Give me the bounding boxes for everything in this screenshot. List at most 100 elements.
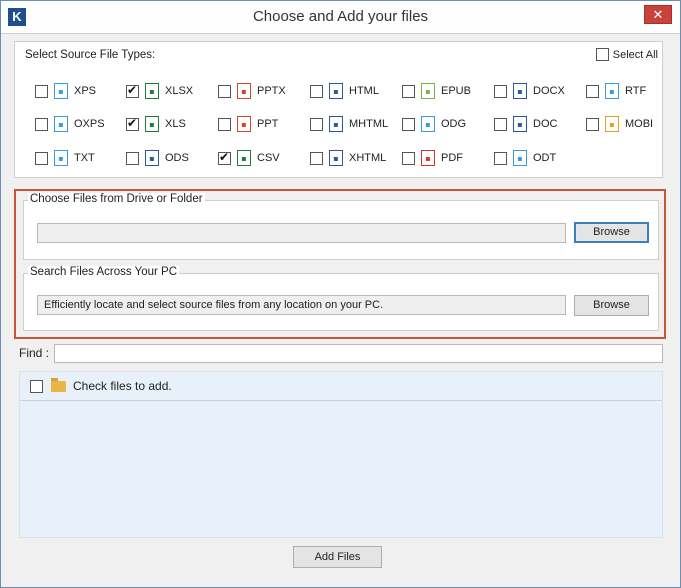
close-button[interactable]: ✕	[644, 5, 672, 24]
check-all-files-checkbox[interactable]	[30, 379, 43, 393]
file-type-rtf[interactable]: ▪ RTF	[586, 82, 646, 100]
file-type-label: HTML	[349, 85, 379, 97]
file-type-html-checkbox[interactable]	[310, 84, 323, 98]
docx-icon: ▪	[513, 83, 527, 99]
epub-icon: ▪	[421, 83, 435, 99]
ppt-icon: ▪	[237, 116, 251, 132]
file-list-header: Check files to add.	[20, 372, 662, 401]
file-type-pdf-checkbox[interactable]	[402, 151, 415, 165]
folder-icon	[51, 377, 66, 392]
file-type-label: TXT	[74, 152, 95, 164]
file-type-csv[interactable]: ▪ CSV	[218, 149, 280, 167]
file-type-label: PPT	[257, 118, 279, 130]
pptx-icon: ▪	[237, 83, 251, 99]
drive-path-field[interactable]	[37, 223, 566, 243]
file-type-rtf-checkbox[interactable]	[586, 84, 599, 98]
file-type-label: ODT	[533, 152, 557, 164]
file-type-xhtml-checkbox[interactable]	[310, 151, 323, 165]
file-type-label: PPTX	[257, 85, 286, 97]
file-type-label: PDF	[441, 152, 463, 164]
file-type-txt[interactable]: ▪ TXT	[35, 149, 95, 167]
xps-icon: ▪	[54, 83, 68, 99]
file-type-doc-checkbox[interactable]	[494, 117, 507, 131]
odg-icon: ▪	[421, 116, 435, 132]
file-type-xlsx-checkbox[interactable]	[126, 83, 139, 98]
rtf-icon: ▪	[605, 83, 619, 99]
file-type-label: XPS	[74, 85, 97, 97]
file-type-xls[interactable]: ▪ XLS	[126, 115, 186, 133]
search-browse-button[interactable]: Browse	[574, 295, 649, 316]
source-selection-frame: Choose Files from Drive or Folder Browse…	[14, 189, 666, 339]
txt-icon: ▪	[54, 150, 68, 166]
file-type-odt-checkbox[interactable]	[494, 151, 507, 165]
file-list-area: Check files to add.	[19, 371, 663, 538]
add-files-dialog: K Choose and Add your files ✕ Select Sou…	[0, 0, 681, 588]
window-title: Choose and Add your files	[252, 8, 429, 25]
drive-browse-button[interactable]: Browse	[574, 222, 649, 243]
file-type-mobi[interactable]: ▪ MOBI	[586, 115, 653, 133]
find-label: Find :	[19, 346, 50, 360]
xls-icon: ▪	[145, 116, 159, 132]
title-bar: K Choose and Add your files ✕	[1, 1, 680, 34]
file-type-label: CSV	[257, 152, 280, 164]
file-type-odt[interactable]: ▪ ODT	[494, 149, 556, 167]
file-type-pptx[interactable]: ▪ PPTX	[218, 82, 286, 100]
file-type-label: XHTML	[349, 152, 387, 164]
file-type-ppt-checkbox[interactable]	[218, 117, 231, 131]
file-type-mhtml-checkbox[interactable]	[310, 117, 323, 131]
file-type-label: ODG	[441, 118, 467, 130]
xhtml-icon: ▪	[329, 150, 343, 166]
drive-folder-label: Choose Files from Drive or Folder	[28, 193, 205, 205]
file-type-epub[interactable]: ▪ EPUB	[402, 82, 471, 100]
file-type-docx[interactable]: ▪ DOCX	[494, 82, 565, 100]
file-type-ods[interactable]: ▪ ODS	[126, 149, 189, 167]
file-type-doc[interactable]: ▪ DOC	[494, 115, 557, 133]
source-types-label: Select Source File Types:	[25, 49, 156, 61]
file-type-label: XLS	[165, 118, 186, 130]
select-all-checkbox[interactable]	[595, 48, 609, 61]
file-type-xps[interactable]: ▪ XPS	[35, 82, 96, 100]
file-type-pptx-checkbox[interactable]	[218, 84, 231, 98]
add-files-button[interactable]: Add Files	[293, 546, 382, 568]
file-type-xls-checkbox[interactable]	[126, 116, 139, 131]
file-type-csv-checkbox[interactable]	[218, 150, 231, 165]
select-all-option[interactable]: Select All	[595, 48, 658, 61]
doc-icon: ▪	[513, 116, 527, 132]
file-type-xlsx[interactable]: ▪ XLSX	[126, 82, 193, 100]
oxps-icon: ▪	[54, 116, 68, 132]
file-type-ppt[interactable]: ▪ PPT	[218, 115, 278, 133]
file-type-xhtml[interactable]: ▪ XHTML	[310, 149, 386, 167]
file-type-mobi-checkbox[interactable]	[586, 117, 599, 131]
file-type-label: MHTML	[349, 118, 389, 130]
drive-folder-group: Choose Files from Drive or Folder Browse	[23, 193, 659, 260]
file-type-mhtml[interactable]: ▪ MHTML	[310, 115, 388, 133]
csv-icon: ▪	[237, 150, 251, 166]
file-type-odg[interactable]: ▪ ODG	[402, 115, 466, 133]
file-type-odg-checkbox[interactable]	[402, 117, 415, 131]
search-description-field[interactable]: Efficiently locate and select source fil…	[37, 295, 566, 315]
file-type-label: RTF	[625, 85, 647, 97]
file-type-html[interactable]: ▪ HTML	[310, 82, 379, 100]
file-type-label: EPUB	[441, 85, 471, 97]
file-type-docx-checkbox[interactable]	[494, 84, 507, 98]
file-type-label: XLSX	[165, 85, 194, 97]
file-type-ods-checkbox[interactable]	[126, 151, 139, 165]
file-type-epub-checkbox[interactable]	[402, 84, 415, 98]
mhtml-icon: ▪	[329, 116, 343, 132]
find-input[interactable]	[54, 344, 663, 363]
file-type-xps-checkbox[interactable]	[35, 84, 48, 98]
select-all-label: Select All	[612, 48, 658, 61]
file-type-pdf[interactable]: ▪ PDF	[402, 149, 463, 167]
html-icon: ▪	[329, 83, 343, 99]
ods-icon: ▪	[145, 150, 159, 166]
file-type-oxps-checkbox[interactable]	[35, 117, 48, 131]
pdf-icon: ▪	[421, 150, 435, 166]
search-pc-group: Search Files Across Your PC Efficiently …	[23, 266, 659, 331]
file-type-txt-checkbox[interactable]	[35, 151, 48, 165]
xlsx-icon: ▪	[145, 83, 159, 99]
file-type-label: ODS	[165, 152, 189, 164]
source-types-panel: Select Source File Types: Select All ▪ XP…	[14, 41, 663, 178]
file-type-oxps[interactable]: ▪ OXPS	[35, 115, 105, 133]
mobi-icon: ▪	[605, 116, 619, 132]
file-type-label: OXPS	[74, 118, 105, 130]
